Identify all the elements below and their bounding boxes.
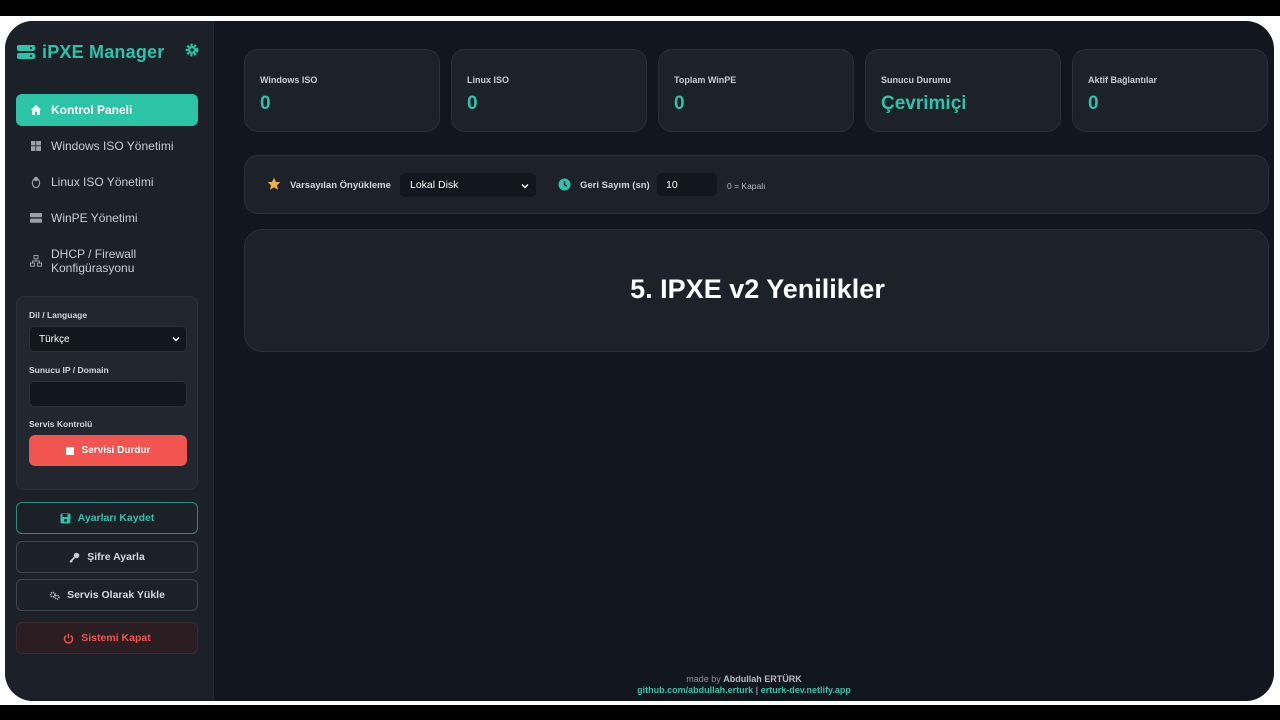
app-window: iPXE Manager Kontrol Paneli Windows ISO …: [5, 21, 1274, 701]
stat-value: 0: [1088, 93, 1099, 114]
footer-credit: made by Abdullah ERTÜRK: [214, 674, 1274, 685]
countdown-input[interactable]: 10: [657, 173, 717, 196]
gears-icon: [49, 590, 60, 601]
key-icon: [69, 552, 80, 563]
countdown-label: Geri Sayım (sn): [580, 180, 650, 191]
boot-settings-bar: Varsayılan Önyükleme Lokal Disk Geri Say…: [244, 155, 1269, 214]
network-icon: [30, 255, 42, 267]
sidebar-item-label: Linux ISO Yönetimi: [51, 175, 154, 189]
clock-icon: [558, 178, 571, 191]
brand: iPXE Manager: [17, 39, 202, 65]
chevron-down-icon: [172, 335, 180, 343]
save-settings-label: Ayarları Kaydet: [77, 512, 155, 524]
service-control-label: Servis Kontrolü: [29, 419, 93, 429]
sidebar-item-label: WinPE Yönetimi: [51, 211, 138, 225]
sidebar-item-label: Windows ISO Yönetimi: [51, 139, 174, 153]
stat-label: Linux ISO: [467, 75, 510, 85]
shutdown-label: Sistemi Kapat: [81, 632, 151, 644]
stat-value: 0: [674, 93, 685, 114]
install-service-button[interactable]: Servis Olarak Yükle: [16, 579, 198, 611]
stop-icon: [65, 446, 74, 455]
stat-label: Sunucu Durumu: [881, 75, 951, 85]
default-boot-value: Lokal Disk: [410, 179, 459, 191]
set-password-button[interactable]: Şifre Ayarla: [16, 541, 198, 573]
footer: made by Abdullah ERTÜRK github.com/abdul…: [214, 674, 1274, 696]
server-logo-icon: [17, 44, 35, 60]
sidebar: iPXE Manager Kontrol Paneli Windows ISO …: [5, 21, 214, 701]
save-settings-button[interactable]: Ayarları Kaydet: [16, 502, 198, 534]
footer-links: github.com/abdullah.erturk | erturk-dev.…: [214, 685, 1274, 696]
linux-icon: [30, 176, 42, 188]
language-label: Dil / Language: [29, 310, 88, 320]
stat-card-total-winpe: Toplam WinPE 0: [658, 49, 854, 132]
server-ip-input[interactable]: [29, 381, 187, 407]
server-icon: [30, 212, 42, 224]
stop-service-label: Servisi Durdur: [81, 445, 151, 456]
stat-label: Toplam WinPE: [674, 75, 737, 85]
countdown-hint: 0 = Kapalı: [727, 181, 766, 191]
install-service-label: Servis Olarak Yükle: [67, 589, 165, 601]
stat-card-windows-iso: Windows ISO 0: [244, 49, 440, 132]
settings-panel: Dil / Language Türkçe Sunucu IP / Domain…: [16, 296, 198, 490]
windows-icon: [30, 140, 42, 152]
power-icon: [63, 633, 74, 644]
sidebar-item-linux-iso[interactable]: Linux ISO Yönetimi: [16, 166, 198, 198]
language-select[interactable]: Türkçe: [29, 326, 187, 352]
footer-author: Abdullah ERTÜRK: [723, 674, 802, 684]
default-boot-label: Varsayılan Önyükleme: [290, 180, 391, 191]
language-select-value: Türkçe: [39, 333, 70, 345]
stat-value: 0: [467, 93, 478, 114]
star-icon: [267, 177, 281, 191]
save-icon: [60, 513, 71, 524]
server-ip-label: Sunucu IP / Domain: [29, 365, 109, 375]
sidebar-item-windows-iso[interactable]: Windows ISO Yönetimi: [16, 130, 198, 162]
content-panel: 5. IPXE v2 Yenilikler: [244, 229, 1269, 352]
chevron-down-icon: [521, 181, 529, 189]
stop-service-button[interactable]: Servisi Durdur: [29, 435, 187, 466]
stat-value: Çevrimiçi: [881, 93, 967, 114]
stat-card-active-connections: Aktif Bağlantılar 0: [1072, 49, 1268, 132]
stat-label: Aktif Bağlantılar: [1088, 75, 1158, 85]
gear-icon[interactable]: [184, 42, 202, 60]
home-icon: [30, 104, 42, 116]
footer-separator: |: [755, 685, 759, 695]
app-title: iPXE Manager: [42, 41, 165, 62]
sidebar-item-dashboard[interactable]: Kontrol Paneli: [16, 94, 198, 126]
stat-card-linux-iso: Linux ISO 0: [451, 49, 647, 132]
set-password-label: Şifre Ayarla: [87, 551, 145, 563]
shutdown-button[interactable]: Sistemi Kapat: [16, 622, 198, 654]
sidebar-item-dhcp-firewall[interactable]: DHCP / Firewall Konfigürasyonu: [16, 241, 198, 281]
stat-card-server-status: Sunucu Durumu Çevrimiçi: [865, 49, 1061, 132]
footer-github-link[interactable]: github.com/abdullah.erturk: [637, 685, 753, 695]
default-boot-select[interactable]: Lokal Disk: [400, 173, 536, 197]
sidebar-item-winpe[interactable]: WinPE Yönetimi: [16, 202, 198, 234]
footer-made-by: made by: [686, 674, 721, 684]
sidebar-item-label: Kontrol Paneli: [51, 103, 133, 117]
stat-value: 0: [260, 93, 271, 114]
stat-label: Windows ISO: [260, 75, 318, 85]
sidebar-item-label: DHCP / Firewall Konfigürasyonu: [51, 247, 137, 275]
content-heading: 5. IPXE v2 Yenilikler: [630, 274, 885, 304]
footer-website-link[interactable]: erturk-dev.netlify.app: [761, 685, 851, 695]
